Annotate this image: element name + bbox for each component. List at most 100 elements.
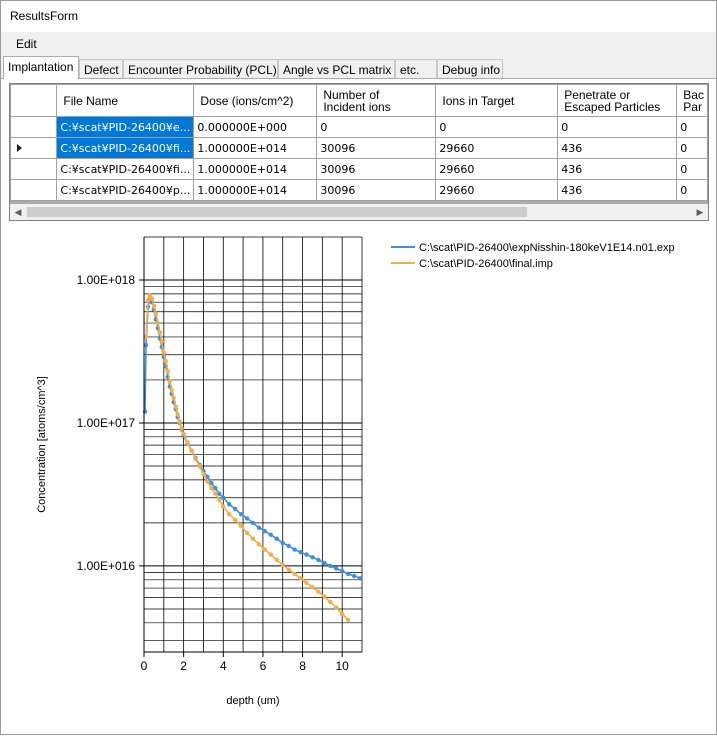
column-header-penetrate[interactable]: Penetrate or Escaped Particles	[557, 84, 678, 117]
chart-area: 0 2 4 6 8 10 1.00E+016 1.00E+017 1.00E+018 depth …	[1, 229, 716, 734]
row-header[interactable]	[10, 116, 58, 138]
column-header-incident-ions[interactable]: Number of Incident ions	[316, 84, 437, 117]
data-point-2	[181, 431, 186, 436]
results-window: ResultsForm Edit Implantation Defect Enc…	[0, 0, 717, 735]
menu-bar: Edit	[1, 32, 716, 56]
cell-ions-in-target[interactable]: 0	[435, 116, 559, 138]
data-point-2	[217, 497, 222, 502]
cell-penetrate[interactable]: 436	[557, 158, 678, 180]
x-tick-label: 2	[180, 659, 187, 673]
x-tick-label: 0	[141, 659, 148, 673]
cell-incident-ions[interactable]: 30096	[316, 179, 437, 201]
x-tick-label: 10	[336, 659, 350, 673]
cell-dose[interactable]: 1.000000E+014	[193, 137, 318, 159]
cell-dose[interactable]: 1.000000E+014	[193, 179, 318, 201]
column-header-file-name[interactable]: File Name	[56, 84, 195, 117]
data-point-2	[153, 311, 159, 317]
window-title: ResultsForm	[10, 9, 79, 23]
cell-dose[interactable]: 1.000000E+014	[193, 158, 318, 180]
table-row[interactable]: C:¥scat¥PID-26400¥fi... 1.000000E+014 30…	[10, 137, 708, 159]
data-point-2	[165, 369, 170, 374]
data-point-1	[298, 549, 303, 555]
chart-legend: C:\scat\PID-26400\expNisshin-180keV1E14.…	[391, 242, 675, 270]
tab-defect[interactable]: Defect	[79, 59, 123, 79]
tab-implantation[interactable]: Implantation	[3, 56, 79, 79]
row-header-current[interactable]	[10, 137, 58, 159]
cell-file-name[interactable]: C:¥scat¥PID-26400¥e...	[56, 116, 195, 138]
data-point-1	[322, 560, 327, 566]
corner-header[interactable]	[10, 84, 58, 117]
cell-penetrate[interactable]: 0	[557, 116, 678, 138]
data-point-2	[268, 552, 273, 557]
data-point-1	[328, 563, 333, 569]
data-point-2	[280, 562, 285, 567]
horizontal-scrollbar[interactable]: ◀ ▶	[10, 204, 708, 220]
table-row[interactable]: C:¥scat¥PID-26400¥e... 0.000000E+000 0 0…	[10, 116, 708, 138]
data-point-2	[155, 320, 161, 326]
row-header[interactable]	[10, 179, 58, 201]
cell-ions-in-target[interactable]: 29660	[435, 179, 559, 201]
cell-back[interactable]: 0	[676, 137, 708, 159]
tab-etc[interactable]: etc.	[395, 59, 437, 79]
results-grid[interactable]: File Name Dose (ions/cm^2) Number of Inc…	[9, 83, 709, 221]
data-point-2	[334, 605, 339, 610]
data-point-2	[149, 296, 155, 301]
column-header-ions-in-target[interactable]: Ions in Target	[435, 84, 559, 117]
cell-incident-ions[interactable]: 30096	[316, 137, 437, 159]
data-point-1	[213, 486, 218, 491]
data-point-2	[193, 456, 198, 462]
tab-angle-vs-pcl[interactable]: Angle vs PCL matrix	[278, 59, 395, 79]
data-point-2	[238, 523, 244, 529]
cell-file-name[interactable]: C:¥scat¥PID-26400¥p...	[56, 179, 195, 201]
table-row[interactable]: C:¥scat¥PID-26400¥fi... 1.000000E+014 30…	[10, 158, 708, 180]
tab-debug-info[interactable]: Debug info	[437, 59, 503, 79]
tab-strip: Implantation Defect Encounter Probabilit…	[1, 56, 716, 79]
implantation-tab-page: File Name Dose (ions/cm^2) Number of Inc…	[1, 78, 716, 734]
cell-back[interactable]: 0	[676, 158, 708, 180]
cell-back[interactable]: 0	[676, 179, 708, 201]
x-axis-title: depth (um)	[226, 695, 279, 707]
menu-edit[interactable]: Edit	[8, 36, 45, 52]
cell-penetrate[interactable]: 436	[557, 137, 678, 159]
data-point-2	[227, 512, 232, 517]
data-point-2	[328, 599, 333, 605]
cell-dose[interactable]: 0.000000E+000	[193, 116, 318, 138]
cell-ions-in-target[interactable]: 29660	[435, 137, 559, 159]
data-point-2	[244, 530, 250, 536]
row-header[interactable]	[10, 158, 58, 180]
data-point-2	[286, 567, 291, 572]
data-point-1	[262, 529, 268, 534]
data-point-1	[142, 409, 148, 414]
title-bar[interactable]: ResultsForm	[1, 1, 716, 32]
data-point-2	[274, 557, 279, 563]
y-tick-label: 1.00E+017	[77, 416, 136, 430]
x-tick-label: 8	[299, 659, 306, 673]
data-point-2	[185, 440, 190, 445]
column-header-back[interactable]: Bac Par	[676, 84, 708, 117]
cell-penetrate[interactable]: 436	[557, 179, 678, 201]
cell-incident-ions[interactable]: 0	[316, 116, 437, 138]
cell-back[interactable]: 0	[676, 116, 708, 138]
column-header-dose[interactable]: Dose (ions/cm^2)	[193, 84, 318, 117]
data-point-2	[167, 379, 172, 384]
cell-incident-ions[interactable]: 30096	[316, 158, 437, 180]
chart-axes: 0 2 4 6 8 10 1.00E+016 1.00E+017 1.00E+018 depth …	[36, 237, 362, 707]
data-point-1	[351, 573, 357, 579]
legend-entry: C:\scat\PID-26400\final.imp	[419, 258, 553, 270]
data-point-1	[217, 491, 222, 496]
cell-ions-in-target[interactable]: 29660	[435, 158, 559, 180]
y-tick-label: 1.00E+016	[77, 559, 136, 573]
cell-file-name[interactable]: C:¥scat¥PID-26400¥fi...	[56, 137, 195, 159]
cell-file-name[interactable]: C:¥scat¥PID-26400¥fi...	[56, 158, 195, 180]
table-row[interactable]: C:¥scat¥PID-26400¥p... 1.000000E+014 300…	[10, 179, 708, 201]
scroll-right-icon[interactable]: ▶	[692, 204, 708, 220]
data-point-2	[177, 419, 182, 424]
tab-encounter-probability[interactable]: Encounter Probability (PCL)	[123, 59, 278, 79]
data-point-2	[205, 479, 210, 484]
data-point-2	[189, 448, 194, 453]
data-point-2	[298, 576, 303, 581]
scroll-thumb[interactable]	[27, 207, 527, 217]
data-point-1	[345, 571, 351, 577]
scroll-left-icon[interactable]: ◀	[10, 204, 26, 220]
y-axis-title: Concentration [atoms/cm^3]	[36, 376, 48, 513]
